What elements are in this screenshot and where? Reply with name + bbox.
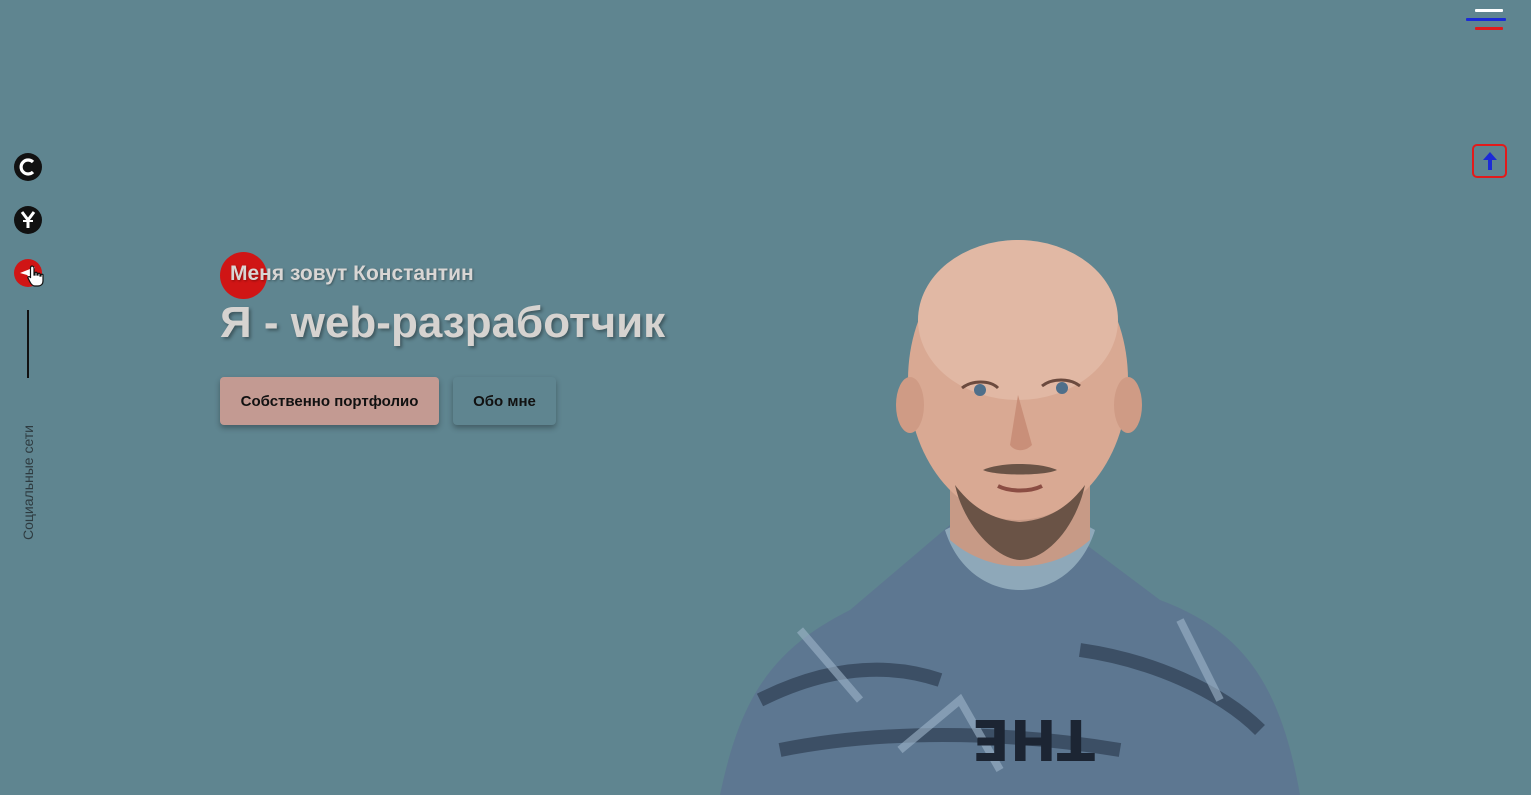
page: Социальные сети Меня зовут Константин Я … bbox=[0, 0, 1531, 795]
menu-button[interactable] bbox=[1466, 8, 1506, 34]
hand-pointer-icon bbox=[27, 265, 44, 287]
hero-headline: Я - web-разработчик bbox=[220, 298, 666, 347]
arrow-up-icon bbox=[1482, 152, 1497, 170]
menu-line-middle bbox=[1466, 18, 1506, 21]
svg-text:THE: THE bbox=[972, 706, 1095, 771]
yen-coin-icon bbox=[14, 206, 42, 234]
portrait-photo: THE bbox=[720, 240, 1300, 795]
portfolio-button[interactable]: Собственно портфолио bbox=[220, 377, 439, 425]
social-rail: Социальные сети bbox=[0, 150, 58, 550]
hero-intro: Меня зовут Константин bbox=[230, 262, 474, 285]
social-label: Социальные сети bbox=[20, 424, 36, 540]
rail-divider bbox=[27, 310, 29, 378]
menu-line-top bbox=[1475, 9, 1503, 12]
social-link-c[interactable] bbox=[13, 152, 43, 182]
circle-c-icon bbox=[14, 153, 42, 181]
menu-line-bottom bbox=[1475, 27, 1503, 30]
social-link-yen[interactable] bbox=[13, 205, 43, 235]
about-button[interactable]: Обо мне bbox=[453, 377, 556, 425]
scroll-up-button[interactable] bbox=[1472, 144, 1507, 178]
